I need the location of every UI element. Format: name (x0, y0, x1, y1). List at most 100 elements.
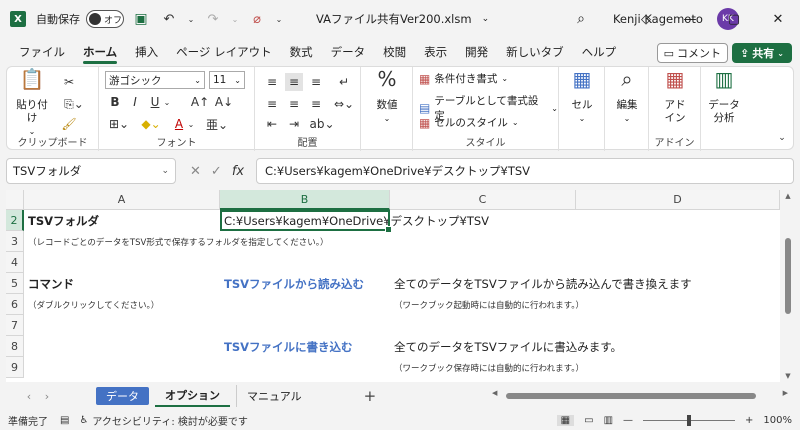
wrap-text-icon[interactable]: ↵ (335, 73, 353, 91)
align-middle-icon[interactable]: ≡ (285, 73, 303, 91)
column-header-d[interactable]: D (576, 190, 780, 210)
tab-view[interactable]: 表示 (415, 38, 456, 66)
editing-button[interactable]: ⌕ 編集 ⌄ (609, 69, 645, 125)
underline-button[interactable]: U (147, 93, 163, 111)
minimize-button[interactable]: — (668, 0, 712, 38)
cut-icon[interactable]: ✂ (59, 73, 79, 91)
add-sheet-icon[interactable]: + (364, 387, 377, 405)
decrease-indent-icon[interactable]: ⇤ (263, 115, 281, 133)
row-header-4[interactable]: 4 (6, 252, 24, 273)
close-button[interactable]: ✕ (756, 0, 800, 38)
cell-b8[interactable]: TSVファイルに書き込む (220, 336, 353, 357)
row-header-5[interactable]: 5 (6, 273, 24, 294)
sheet-prev-icon[interactable]: ‹ (20, 390, 38, 403)
tab-new-tab[interactable]: 新しいタブ (497, 38, 573, 66)
normal-view-icon[interactable]: ▦ (556, 414, 575, 426)
scroll-down-icon[interactable]: ▼ (782, 372, 794, 380)
maximize-button[interactable]: ▢ (712, 0, 756, 38)
scroll-left-icon[interactable]: ◀ (492, 389, 497, 397)
merge-center-icon[interactable]: ⇔⌄ (331, 95, 357, 113)
font-name-dropdown[interactable]: 游ゴシック ⌄ (105, 71, 205, 89)
copy-icon[interactable]: ⎘⌄ (59, 95, 89, 113)
cell-c8[interactable]: 全てのデータをTSVファイルに書込みます。 (390, 336, 622, 357)
scroll-up-icon[interactable]: ▲ (782, 192, 794, 200)
number-format-button[interactable]: % 数値 ⌄ (367, 69, 407, 125)
tab-file[interactable]: ファイル (10, 38, 74, 66)
undo-dropdown-icon[interactable]: ⌄ (186, 8, 196, 30)
orientation-icon[interactable]: ab⌄ (309, 115, 335, 133)
clear-format-icon[interactable]: ⌀ (246, 8, 268, 30)
tab-formulas[interactable]: 数式 (281, 38, 322, 66)
accessibility-status[interactable]: アクセシビリティ: 検討が必要です (92, 413, 247, 428)
zoom-in-icon[interactable]: + (745, 415, 753, 426)
file-title[interactable]: VAファイル共有Ver200.xlsm (316, 11, 472, 27)
tab-help[interactable]: ヘルプ (573, 38, 626, 66)
sheet-tab-manual[interactable]: マニュアル (236, 385, 312, 407)
tab-insert[interactable]: 挿入 (126, 38, 167, 66)
cell-c9[interactable]: （ワークブック保存時には自動的に行われます。） (390, 357, 584, 378)
collapse-ribbon-icon[interactable]: ⌄ (775, 131, 789, 145)
column-header-b[interactable]: B (220, 190, 390, 210)
horizontal-scrollbar[interactable]: ◀ ▶ (488, 389, 788, 400)
save-icon[interactable]: ▣ (130, 8, 152, 30)
vertical-scroll-thumb[interactable] (785, 238, 791, 314)
increase-indent-icon[interactable]: ⇥ (285, 115, 303, 133)
format-painter-icon[interactable]: 🖌 (59, 115, 79, 133)
tab-home[interactable]: ホーム (74, 38, 126, 66)
phonetic-icon[interactable]: 亜⌄ (205, 115, 229, 133)
redo-dropdown-icon[interactable]: ⌄ (230, 8, 240, 30)
font-size-dropdown[interactable]: 11 ⌄ (209, 71, 245, 89)
align-left-icon[interactable]: ≡ (263, 95, 281, 113)
page-break-view-icon[interactable]: ▥ (604, 415, 613, 426)
zoom-slider[interactable] (643, 414, 736, 426)
cell-a6[interactable]: （ダブルクリックしてください。） (24, 294, 159, 315)
cell-styles-button[interactable]: ▦ セルのスタイル ⌄ (419, 115, 519, 130)
italic-button[interactable]: I (127, 93, 143, 111)
cell-a5[interactable]: コマンド (24, 273, 74, 294)
row-header-2[interactable]: 2 (6, 210, 24, 231)
horizontal-scroll-thumb[interactable] (506, 393, 756, 399)
undo-icon[interactable]: ↶ (158, 8, 180, 30)
bold-button[interactable]: B (107, 93, 123, 111)
comment-button[interactable]: ▭ コメント (656, 43, 728, 63)
premium-icon[interactable]: ◇ (624, 0, 668, 38)
insert-function-icon[interactable]: fx (232, 164, 244, 179)
name-box-dropdown-icon[interactable]: ⌄ (161, 166, 169, 176)
autosave-toggle[interactable]: オフ (86, 10, 124, 28)
fill-color-icon[interactable]: ◆⌄ (139, 115, 163, 133)
column-header-a[interactable]: A (24, 190, 220, 210)
align-center-icon[interactable]: ≡ (285, 95, 303, 113)
align-bottom-icon[interactable]: ≡ (307, 73, 325, 91)
sheet-next-icon[interactable]: › (38, 390, 56, 403)
row-header-6[interactable]: 6 (6, 294, 24, 315)
cell-a2[interactable]: TSVフォルダ (24, 210, 99, 231)
column-header-c[interactable]: C (390, 190, 576, 210)
tab-page-layout[interactable]: ページ レイアウト (167, 38, 280, 66)
border-icon[interactable]: ⊞⌄ (107, 115, 131, 133)
decrease-font-icon[interactable]: A↓ (215, 93, 233, 111)
scroll-right-icon[interactable]: ▶ (783, 389, 788, 397)
macro-record-icon[interactable]: ▤ (60, 415, 69, 426)
tab-data[interactable]: データ (322, 38, 375, 66)
conditional-format-button[interactable]: ▦ 条件付き書式 ⌄ (419, 71, 508, 86)
share-button[interactable]: ⇪ 共有 ⌄ (732, 43, 792, 63)
redo-icon[interactable]: ↷ (202, 8, 224, 30)
sheet-tab-options[interactable]: オプション (155, 385, 230, 407)
row-header-7[interactable]: 7 (6, 315, 24, 336)
cancel-icon[interactable]: ✕ (190, 164, 201, 179)
font-color-dropdown-icon[interactable]: ⌄ (187, 115, 195, 133)
name-box[interactable]: TSVフォルダ ⌄ (6, 158, 176, 184)
row-header-9[interactable]: 9 (6, 357, 24, 378)
align-right-icon[interactable]: ≡ (307, 95, 325, 113)
zoom-level[interactable]: 100% (763, 415, 792, 426)
tab-developer[interactable]: 開発 (456, 38, 497, 66)
page-layout-view-icon[interactable]: ▭ (584, 415, 593, 426)
search-icon[interactable]: ⌕ (577, 11, 585, 27)
align-top-icon[interactable]: ≡ (263, 73, 281, 91)
row-header-3[interactable]: 3 (6, 231, 24, 252)
tab-review[interactable]: 校閲 (374, 38, 415, 66)
font-color-icon[interactable]: A (171, 115, 187, 133)
zoom-out-icon[interactable]: — (623, 415, 633, 426)
cells-button[interactable]: ▦ セル ⌄ (565, 69, 599, 125)
cell-a3[interactable]: （レコードごとのデータをTSV形式で保存するフォルダを指定してください。） (24, 231, 329, 252)
